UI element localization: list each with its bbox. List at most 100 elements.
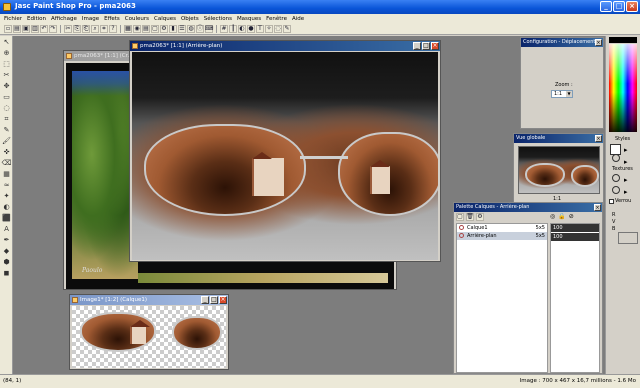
menu-item-9[interactable]: Masques [237,16,261,22]
menu-item-8[interactable]: Sélections [204,16,232,22]
print-icon[interactable]: ▥ [31,24,39,33]
maximize-button[interactable]: □ [613,1,625,12]
front-document-titlebar[interactable]: pma2063* [1:1] (Arrière-plan) _ □ × [130,41,440,51]
script-icon[interactable]: ☰ [178,24,186,33]
overview-thumbnail[interactable] [518,146,600,194]
lasso-icon[interactable]: ◌ [274,24,282,33]
tool-icon-19[interactable]: ◆ [1,246,12,256]
menu-item-2[interactable]: Affichage [51,16,77,22]
tool-icon-3[interactable]: ✂ [1,70,12,80]
redo-icon[interactable]: ↷ [49,24,57,33]
tool-icon-16[interactable]: ⬛ [1,213,12,223]
copy-icon[interactable]: ⎘ [73,24,81,33]
tool-icon-17[interactable]: A [1,224,12,234]
style-arrow-icon[interactable]: ▸ [624,146,628,154]
image1-maximize-button[interactable]: □ [210,296,218,304]
layers-titlebar[interactable]: Palette Calques - Arrière-plan × [454,203,602,212]
new-icon[interactable]: ▫ [4,24,12,33]
web-icon[interactable]: ◍ [187,24,195,33]
help-icon[interactable]: ? [109,24,117,33]
paste-icon[interactable]: ⎗ [82,24,90,33]
doc-minimize-button[interactable]: _ [413,42,421,50]
background-style-swatch[interactable] [612,154,620,162]
doc-maximize-button[interactable]: □ [422,42,430,50]
tool-icon-9[interactable]: 🖌 [1,136,12,146]
layer-properties-icon[interactable]: ⚙ [476,213,484,221]
tool-icon-15[interactable]: ◐ [1,202,12,212]
image1-titlebar[interactable]: Image1* [1:2] (Calque1) _ □ × [70,295,228,305]
color-icon[interactable]: ● [247,24,255,33]
front-document-window[interactable]: pma2063* [1:1] (Arrière-plan) _ □ × [129,40,441,262]
menu-item-5[interactable]: Couleurs [125,16,149,22]
open-icon[interactable]: ▤ [13,24,21,33]
layers-icon[interactable]: ▤ [142,24,150,33]
layer-visibility-icon[interactable] [459,225,464,230]
mask-icon[interactable]: ◐ [238,24,246,33]
histogram-icon[interactable]: ▮ [169,24,177,33]
tool-icon-11[interactable]: ⌫ [1,158,12,168]
menu-item-11[interactable]: Aide [292,16,304,22]
undo-icon[interactable]: ↶ [40,24,48,33]
tool-icon-5[interactable]: ▭ [1,92,12,102]
tool-icon-8[interactable]: ✎ [1,125,12,135]
background-texture-swatch[interactable] [612,186,620,194]
layer-row[interactable]: Calque1 5x5 [457,224,547,232]
magic-icon[interactable]: ✧ [265,24,273,33]
tool-icon-0[interactable]: ↖ [1,37,12,47]
image1-minimize-button[interactable]: _ [201,296,209,304]
tool-icon-6[interactable]: ◌ [1,103,12,113]
tool-options-icon[interactable]: ⚙ [160,24,168,33]
tool-icon-2[interactable]: ⬚ [1,59,12,69]
tool-icon-14[interactable]: ✦ [1,191,12,201]
text-icon[interactable]: T [256,24,264,33]
zoom-icon[interactable]: ⌕ [91,24,99,33]
menu-item-6[interactable]: Calques [154,16,176,22]
keyboard-icon[interactable]: ⌨ [205,24,213,33]
lock-checkbox[interactable] [609,198,614,204]
menu-item-4[interactable]: Effets [104,16,120,22]
info-icon[interactable]: ⓘ [196,24,204,33]
new-layer-icon[interactable]: ▢ [456,213,464,221]
close-button[interactable]: × [626,1,638,12]
pen-icon[interactable]: ✎ [283,24,291,33]
texture-arrow-icon[interactable]: ▸ [624,176,628,184]
menu-item-0[interactable]: Fichier [4,16,22,22]
style-arrow-icon[interactable]: ▸ [624,158,628,166]
tool-options-titlebar[interactable]: Configuration - Déplacement × [521,38,603,47]
sunglasses-photo-canvas[interactable] [132,52,438,260]
blend-mode-icon[interactable]: ◎ [550,213,555,220]
tool-icon-7[interactable]: ⌗ [1,114,12,124]
image1-document-window[interactable]: Image1* [1:2] (Calque1) _ □ × [69,294,229,370]
layers-close-button[interactable]: × [594,204,601,211]
foreground-texture-swatch[interactable] [612,174,620,182]
opacity-slider[interactable]: 100 [551,233,599,241]
crop-icon[interactable]: ⌗ [100,24,108,33]
layer-row-selected[interactable]: Arrière-plan 5x5 [457,232,547,240]
tool-icon-10[interactable]: ✜ [1,147,12,157]
lock-icon[interactable]: 🔒 [558,213,565,220]
menu-item-1[interactable]: Edition [27,16,46,22]
lock-toggle[interactable]: Verrou [609,198,631,204]
doc-close-button[interactable]: × [431,42,439,50]
tool-icon-13[interactable]: ≈ [1,180,12,190]
tool-icon-18[interactable]: ✒ [1,235,12,245]
transparent-layer-canvas[interactable] [72,306,226,368]
image1-close-button[interactable]: × [219,296,227,304]
overview-titlebar[interactable]: Vue globale × [514,134,603,143]
tool-icon-4[interactable]: ✥ [1,81,12,91]
link-icon[interactable]: ⊘ [569,213,574,220]
palette-icon[interactable]: ◉ [133,24,141,33]
menu-item-3[interactable]: Image [82,16,99,22]
menu-item-7[interactable]: Objets [181,16,199,22]
overview-icon[interactable]: ▢ [151,24,159,33]
color-spectrum[interactable] [609,44,637,132]
grid-icon[interactable]: # [220,24,228,33]
browse-icon[interactable]: ▦ [124,24,132,33]
delete-layer-icon[interactable]: 🗑 [466,213,474,221]
zoom-select[interactable]: 1:1 ▼ [551,90,573,98]
chevron-down-icon[interactable]: ▼ [566,91,572,97]
menu-item-10[interactable]: Fenêtre [266,16,287,22]
save-icon[interactable]: ▣ [22,24,30,33]
cut-icon[interactable]: ✂ [64,24,72,33]
tool-icon-20[interactable]: ⬢ [1,257,12,267]
